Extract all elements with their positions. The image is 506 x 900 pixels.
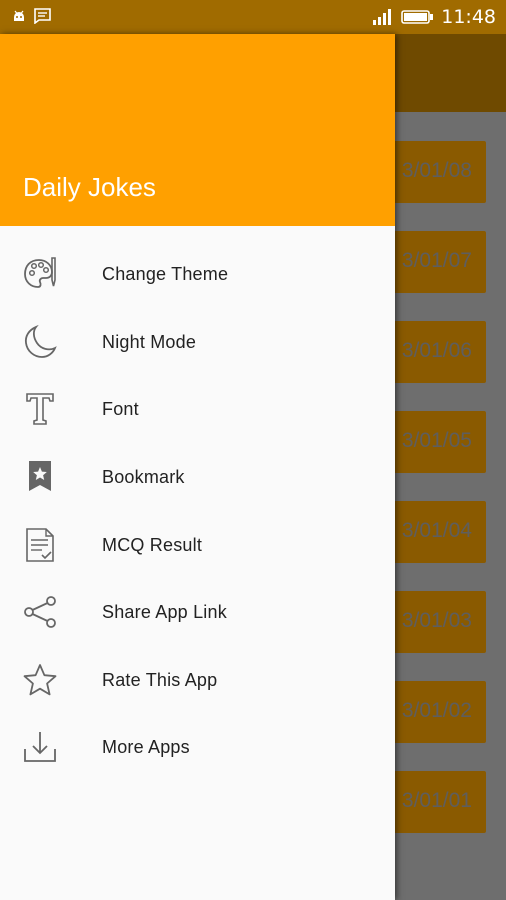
menu-item-change-theme[interactable]: Change Theme (0, 244, 395, 304)
document-check-icon (26, 528, 54, 562)
menu-item-font[interactable]: Font (0, 379, 395, 439)
download-icon (24, 732, 56, 762)
battery-icon (401, 10, 434, 24)
menu-item-label: Font (102, 399, 139, 419)
menu-item-label: Share App Link (102, 602, 227, 622)
menu-item-label: Night Mode (102, 332, 197, 352)
signal-icon (373, 9, 392, 25)
status-clock: 11:48 (441, 6, 496, 28)
menu-item-bookmark[interactable]: Bookmark (0, 447, 395, 507)
palette-icon (24, 257, 56, 288)
menu-item-rate-this-app[interactable]: Rate This App (0, 650, 395, 710)
menu-item-label: More Apps (102, 737, 190, 757)
menu-item-label: MCQ Result (102, 535, 203, 555)
menu-item-night-mode[interactable]: Night Mode (0, 312, 395, 372)
navigation-drawer: Daily Jokes Change Theme Night Mode Font… (0, 34, 395, 900)
menu-item-label: Change Theme (102, 264, 229, 284)
star-icon (23, 664, 57, 696)
bookmark-icon (29, 461, 51, 491)
drawer-title: Daily Jokes (23, 172, 156, 202)
share-icon (24, 596, 56, 628)
menu-item-share-app-link[interactable]: Share App Link (0, 582, 395, 642)
menu-item-mcq-result[interactable]: MCQ Result (0, 515, 395, 575)
font-icon (26, 393, 54, 425)
android-icon (14, 10, 24, 21)
menu-item-label: Rate This App (102, 670, 218, 690)
drawer-header: Daily Jokes (0, 34, 395, 226)
moon-icon (24, 324, 57, 358)
message-icon (34, 8, 51, 24)
menu-item-more-apps[interactable]: More Apps (0, 717, 395, 777)
menu-item-label: Bookmark (102, 467, 185, 487)
status-bar: 11:48 (0, 0, 506, 34)
